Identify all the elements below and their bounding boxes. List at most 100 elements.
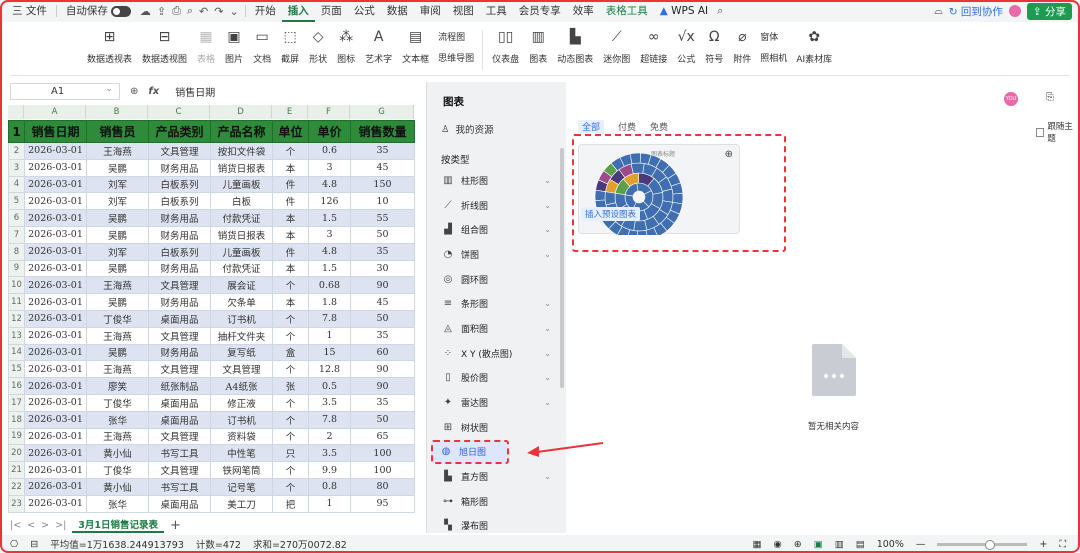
next-sheet-icon[interactable]: > [41,520,49,531]
table-cell[interactable]: 10 [350,192,415,211]
table-cell[interactable]: 55 [350,209,415,227]
table-cell[interactable]: 95 [350,494,415,513]
chart-type-sunburst[interactable]: ◍ 旭日图 [431,439,509,465]
sunburst-template-card[interactable]: 图表标题 ⊕ 插入预设图表 [578,144,740,235]
chart-type-combo[interactable]: ▟ 组合图 ⌄ [437,217,557,242]
table-cell[interactable]: 90 [350,360,415,379]
zoom-level[interactable]: 100% [877,539,904,550]
name-box[interactable]: A1 ⌄ [10,82,120,100]
column-header[interactable]: A [24,105,86,119]
table-cell[interactable]: 儿童画板 [210,175,273,194]
table-cell[interactable]: 丁俊华 [86,393,149,412]
table-cell[interactable]: 35 [350,393,415,412]
table-cell[interactable]: 件 [272,242,309,261]
cloud-sync-icon[interactable]: ⌓ [934,5,942,18]
export-icon[interactable]: ⇪ [154,5,169,18]
table-cell[interactable]: 丁俊华 [86,309,149,328]
column-header[interactable]: D [210,105,272,119]
table-cell[interactable]: 80 [350,477,415,496]
zoom-slider[interactable] [937,539,1028,550]
row-number[interactable]: 21 [8,461,25,479]
table-cell[interactable]: 3 [308,158,351,177]
table-cell[interactable]: 王海燕 [86,142,149,160]
table-cell[interactable]: 王海燕 [86,326,149,345]
collab-button[interactable]: ↻ 回到协作 [949,4,1003,19]
menu-tab-7[interactable]: 工具 [480,0,513,22]
chart-type-radar[interactable]: ✦ 雷达图 ⌄ [437,390,557,415]
table-cell[interactable]: 儿童画板 [210,242,273,261]
chart-type-histogram[interactable]: ▙ 直方图 ⌄ [437,464,557,489]
table-cell[interactable]: 7.8 [308,309,351,328]
table-cell[interactable]: 2026-03-01 [24,393,87,412]
ribbon-dashboard-button[interactable]: ▯▯ 仪表盘 [487,24,524,65]
table-cell[interactable]: 50 [350,225,415,244]
table-cell[interactable]: 财务用品 [148,158,211,177]
menu-tab-4[interactable]: 数据 [381,0,414,22]
toggle-switch[interactable] [110,5,131,17]
row-number[interactable]: 18 [8,410,25,429]
table-cell[interactable]: 吴鹏 [86,225,149,244]
table-cell[interactable]: 0.6 [308,142,351,160]
chart-type-box[interactable]: ⊶ 箱形图 [437,489,557,514]
table-cell[interactable]: 欠条单 [210,293,273,311]
table-cell[interactable]: 9.9 [308,461,351,479]
table-cell[interactable]: 个 [272,477,309,496]
add-sheet-icon[interactable]: + [170,518,181,533]
ribbon-symbol-button[interactable]: Ω 符号 [700,24,728,65]
table-cell[interactable]: 3.5 [308,393,351,412]
table-cell[interactable]: 件 [272,175,309,194]
filter-tab-2[interactable]: 免费 [650,120,668,133]
table-cell[interactable]: 0.68 [308,276,351,295]
table-cell[interactable]: 2026-03-01 [24,444,87,463]
ribbon-shape-button[interactable]: ◇ 形状 [304,24,332,65]
table-cell[interactable]: 100 [350,444,415,463]
undo-icon[interactable]: ↶ [196,5,211,18]
ribbon-link-button[interactable]: ∞ 超链接 [635,24,672,65]
ribbon-document-button[interactable]: ▭ 文档 [248,24,276,65]
menu-tab-0[interactable]: 开始 [249,0,282,22]
table-cell[interactable]: 把 [272,494,309,513]
ribbon-table-button[interactable]: ▦ 表格 [192,24,220,65]
wps-ai-tab[interactable]: ▲ WPS AI [654,0,714,22]
table-cell[interactable]: 3.5 [308,444,351,463]
row-number[interactable]: 13 [8,326,25,345]
table-cell[interactable]: 本 [272,259,309,278]
table-cell[interactable]: 白板系列 [148,242,211,261]
chart-type-treemap[interactable]: ⊞ 树状图 [437,415,557,440]
table-cell[interactable]: 资料袋 [210,427,273,446]
table-cell[interactable]: 黄小仙 [86,444,149,463]
table-cell[interactable]: 复写纸 [210,343,273,362]
table-cell[interactable]: 个 [272,393,309,412]
menu-tab-5[interactable]: 审阅 [414,0,447,22]
row-number[interactable]: 7 [8,225,25,244]
ribbon-chart-button[interactable]: ⁂ 图标 [332,24,360,65]
table-cell[interactable]: 100 [350,461,415,479]
chart-type-pie[interactable]: ◔ 饼图 ⌄ [437,242,557,267]
header-cell[interactable]: 销售数量 [350,120,415,143]
file-menu[interactable]: 三 文件 [6,0,53,22]
macro-icon[interactable]: ⎔ [10,539,18,550]
table-cell[interactable]: 王海燕 [86,276,149,295]
table-cell[interactable]: 个 [272,461,309,479]
header-cell[interactable]: 单价 [308,120,351,143]
checkbox[interactable] [1036,127,1045,137]
table-cell[interactable]: 150 [350,175,415,194]
header-cell[interactable]: 产品类别 [148,120,211,143]
row-number[interactable]: 19 [8,427,25,446]
chart-type-line[interactable]: ⟋ 折线图 ⌄ [437,193,557,218]
menu-tab-3[interactable]: 公式 [348,0,381,22]
table-cell[interactable]: 廖笑 [86,377,149,395]
table-cell[interactable]: 2026-03-01 [24,276,87,295]
table-cell[interactable]: 90 [350,276,415,295]
avatar[interactable]: YOU [1004,92,1018,106]
page-break-icon[interactable]: ▤ [856,539,865,550]
table-cell[interactable]: 2026-03-01 [24,360,87,379]
panel-scrollbar[interactable] [560,148,564,388]
table-cell[interactable]: 个 [272,309,309,328]
table-cell[interactable]: 35 [350,326,415,345]
last-sheet-icon[interactable]: >| [55,520,66,531]
menu-tab-1[interactable]: 插入 [281,0,315,22]
header-cell[interactable]: 单位 [272,120,309,143]
chart-type-donut[interactable]: ◎ 圆环图 [437,267,557,292]
ribbon-bar-chart-button[interactable]: ▥ 图表 [524,24,552,65]
